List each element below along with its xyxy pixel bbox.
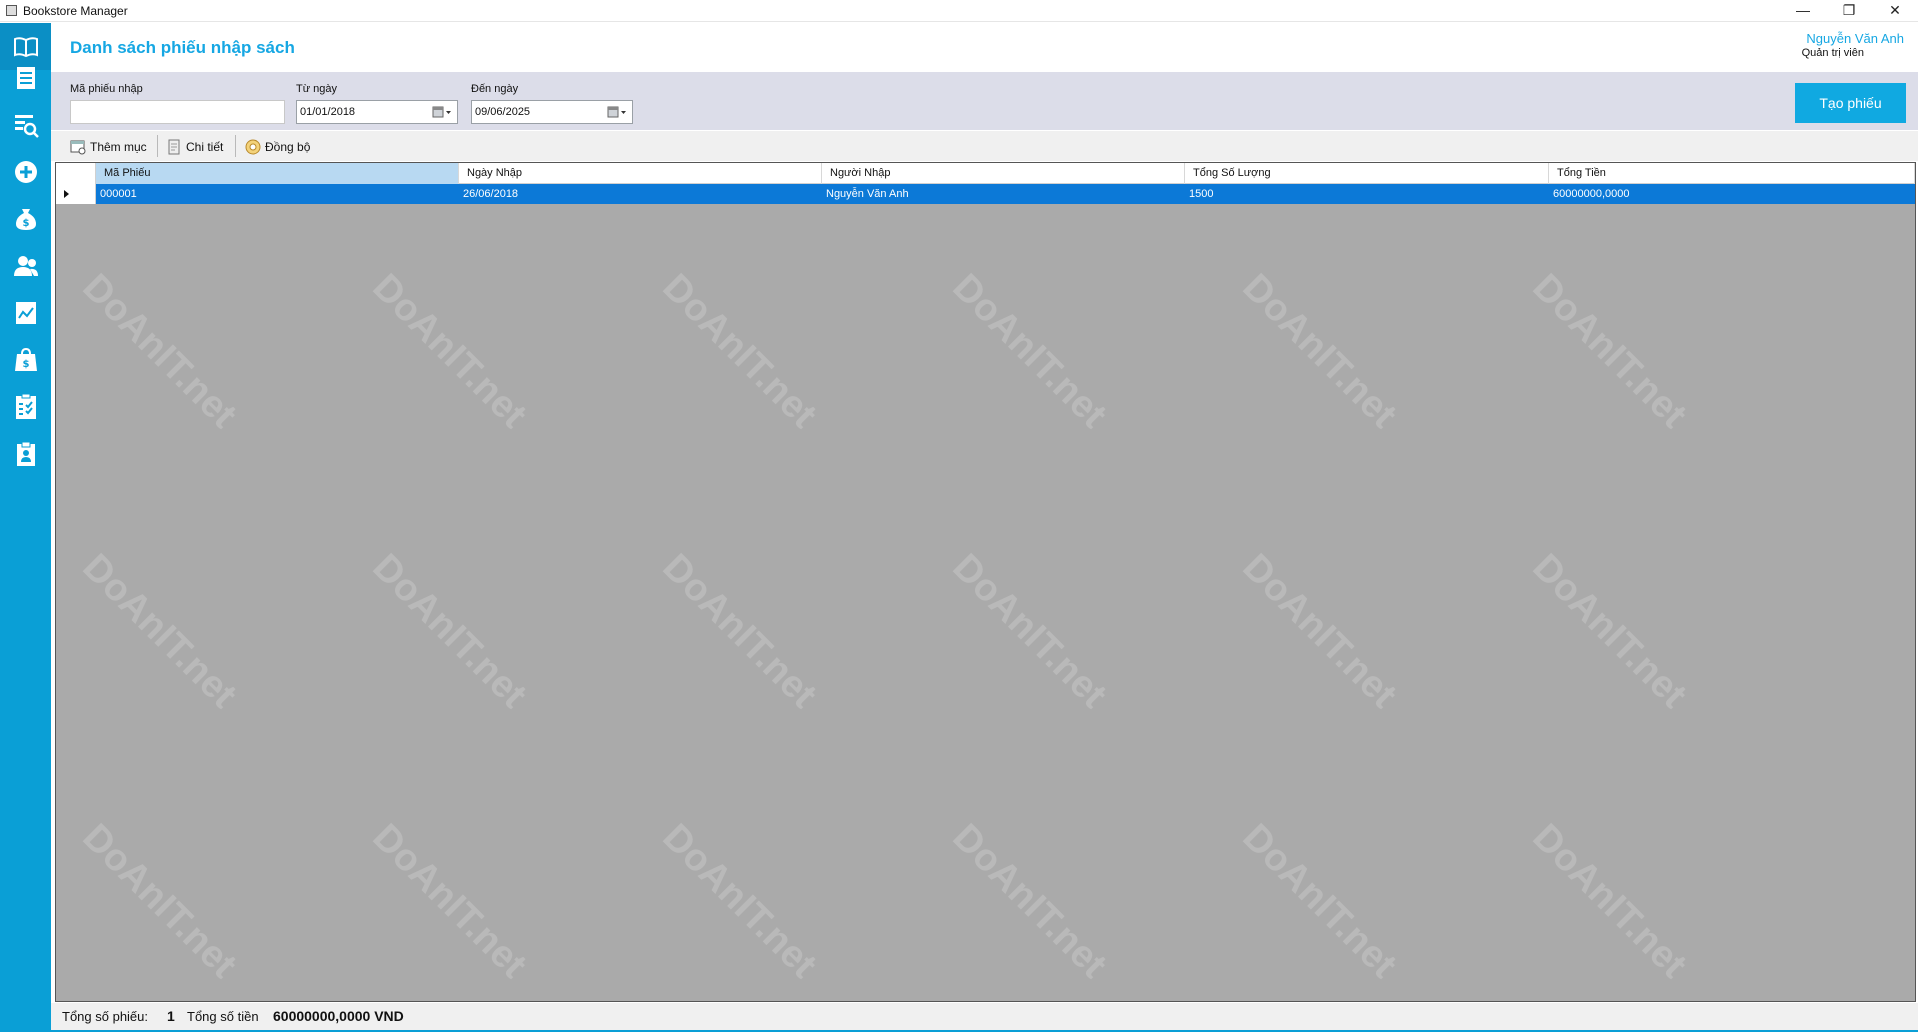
to-date-calendar-button[interactable] — [603, 101, 631, 122]
sidebar: $ $ — [0, 23, 51, 1032]
window-title: Bookstore Manager — [23, 4, 128, 18]
sidebar-item-users[interactable] — [0, 242, 51, 289]
users-icon — [13, 255, 38, 276]
search-list-icon — [14, 114, 39, 138]
restore-button[interactable]: ❐ — [1826, 0, 1872, 22]
column-header-total-amount[interactable]: Tổng Tiền — [1549, 163, 1915, 184]
toolbar-divider — [157, 135, 158, 157]
cell-total-quantity: 1500 — [1189, 188, 1214, 200]
sidebar-item-clipboard[interactable] — [0, 430, 51, 477]
sidebar-item-checklist[interactable] — [0, 383, 51, 430]
checklist-icon — [15, 393, 36, 419]
add-window-icon — [70, 140, 86, 155]
calendar-dropdown-icon — [607, 106, 626, 117]
sidebar-item-revenue[interactable]: $ — [0, 195, 51, 242]
toolbar-divider — [235, 135, 236, 157]
sidebar-item-add[interactable] — [0, 148, 51, 195]
receipt-code-input[interactable] — [70, 100, 285, 124]
cell-import-date: 26/06/2018 — [463, 188, 519, 200]
svg-text:$: $ — [22, 218, 29, 229]
to-date-label: Đến ngày — [471, 83, 519, 95]
detail-button[interactable]: Chi tiết — [166, 137, 223, 157]
minimize-button[interactable]: — — [1780, 0, 1826, 22]
total-amount-value: 60000000,0000 VND — [273, 1008, 404, 1024]
current-row-arrow-icon — [64, 190, 69, 198]
user-name[interactable]: Nguyễn Văn Anh — [1806, 31, 1904, 46]
create-receipt-button[interactable]: Tạo phiếu — [1795, 83, 1906, 123]
sync-gear-icon — [245, 139, 261, 155]
column-header-total-quantity[interactable]: Tổng Số Lượng — [1185, 163, 1549, 184]
shopping-bag-icon: $ — [14, 347, 37, 371]
document-detail-icon — [168, 139, 180, 155]
cell-receipt-code: 000001 — [100, 188, 137, 200]
sync-label: Đồng bộ — [265, 140, 311, 154]
column-header-receipt-code[interactable]: Mã Phiếu — [96, 163, 459, 184]
chart-line-icon — [15, 301, 36, 324]
clipboard-icon — [16, 441, 35, 466]
add-item-label: Thêm mục — [90, 140, 147, 154]
grid-corner — [56, 163, 96, 184]
sidebar-item-search[interactable] — [0, 101, 51, 148]
receipt-grid[interactable]: Mã Phiếu Ngày Nhập Người Nhập Tổng Số Lư… — [55, 162, 1916, 1002]
calendar-dropdown-icon — [432, 106, 451, 117]
money-bag-icon: $ — [15, 208, 36, 230]
from-date-calendar-button[interactable] — [428, 101, 456, 122]
sidebar-item-orders[interactable] — [0, 54, 51, 101]
receipt-count-value: 1 — [167, 1008, 175, 1024]
receipt-count-label: Tổng số phiếu: — [62, 1009, 149, 1024]
sidebar-item-sales[interactable]: $ — [0, 336, 51, 383]
cell-total-amount: 60000000,0000 — [1553, 188, 1630, 200]
user-role: Quản trị viên — [1801, 47, 1864, 59]
toolbar — [51, 131, 1918, 161]
table-row[interactable]: 000001 26/06/2018 Nguyễn Văn Anh 1500 60… — [96, 184, 1915, 204]
cell-importer: Nguyễn Văn Anh — [826, 188, 909, 200]
close-button[interactable]: ✕ — [1872, 0, 1918, 22]
column-header-import-date[interactable]: Ngày Nhập — [459, 163, 822, 184]
total-amount-label: Tổng số tiền — [187, 1009, 259, 1024]
from-date-label: Từ ngày — [296, 83, 337, 95]
svg-text:$: $ — [22, 359, 29, 370]
add-circle-icon — [14, 160, 37, 183]
detail-label: Chi tiết — [186, 140, 224, 154]
to-date-value: 09/06/2025 — [475, 106, 531, 118]
from-date-value: 01/01/2018 — [300, 106, 356, 118]
sync-button[interactable]: Đồng bộ — [245, 137, 310, 157]
title-bar: Bookstore Manager — ❐ ✕ — [0, 0, 1918, 22]
page-title: Danh sách phiếu nhập sách — [70, 38, 295, 57]
add-item-button[interactable]: Thêm mục — [70, 137, 147, 157]
column-header-importer[interactable]: Người Nhập — [822, 163, 1185, 184]
sidebar-item-reports[interactable] — [0, 289, 51, 336]
app-icon — [6, 5, 17, 16]
receipt-code-label: Mã phiếu nhập — [70, 83, 143, 95]
row-selector[interactable] — [56, 184, 96, 204]
grid-header: Mã Phiếu Ngày Nhập Người Nhập Tổng Số Lư… — [56, 163, 1915, 184]
list-document-icon — [16, 66, 35, 89]
